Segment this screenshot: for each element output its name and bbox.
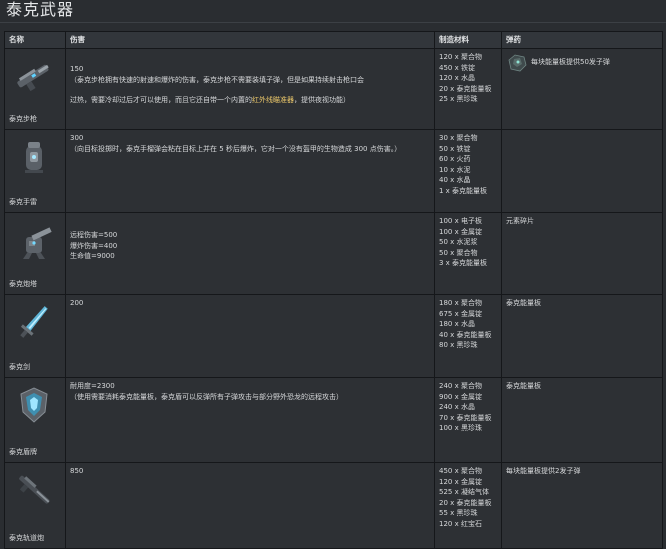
material-item: 50 x 铁锭 — [439, 144, 471, 153]
shield-icon — [13, 384, 55, 426]
material-item: 240 x 聚合物 — [439, 382, 482, 390]
damage-description: （使用需要消耗泰克能量板，泰克盾可以反弹所有子弹攻击与部分野外恐龙的远程攻击） — [70, 392, 343, 401]
damage-ranged: 远程伤害=500 — [70, 231, 118, 239]
page-title: 泰克武器 — [6, 0, 75, 19]
ammo-text: 元素碎片 — [506, 217, 534, 225]
weapon-name-cell: 泰克剑 — [4, 294, 66, 378]
material-item: 40 x 水晶 — [439, 176, 471, 184]
material-item: 240 x 水晶 — [439, 403, 475, 411]
material-item: 70 x 泰克能量板 — [439, 413, 492, 422]
ammo-text: 泰克能量板 — [506, 299, 541, 307]
table-row: 泰克炮塔 远程伤害=500 爆炸伤害=400 生命值=9000 100 x 电子… — [4, 212, 663, 295]
ammo-text: 每块能量板提供50发子弹 — [531, 58, 610, 66]
material-item: 120 x 金属锭 — [439, 477, 482, 486]
header-materials: 制造材料 — [434, 31, 502, 49]
material-item: 525 x 凝结气体 — [439, 488, 489, 496]
material-item: 120 x 红宝石 — [439, 519, 482, 528]
material-item: 20 x 泰克能量板 — [439, 84, 492, 93]
material-item: 675 x 金属锭 — [439, 309, 482, 318]
weapon-name: 泰克步枪 — [9, 114, 37, 123]
weapon-name: 泰克轨道炮 — [9, 533, 44, 542]
material-item: 450 x 铁锭 — [439, 63, 475, 72]
element-shard-icon — [506, 52, 528, 74]
material-item: 180 x 聚合物 — [439, 299, 482, 307]
weapon-name: 泰克手雷 — [9, 197, 37, 206]
material-item: 180 x 水晶 — [439, 320, 475, 328]
material-item: 30 x 聚合物 — [439, 134, 478, 142]
weapon-name-cell: 泰克炮塔 — [4, 212, 66, 295]
damage-description: （泰克步枪拥有快速的射速和爆炸的伤害，泰克步枪不需要装填子弹，但是如果持续射击枪… — [70, 75, 364, 84]
damage-value: 150 — [70, 65, 84, 73]
material-item: 60 x 火药 — [439, 155, 471, 163]
rifle-icon — [13, 55, 55, 97]
materials-cell: 240 x 聚合物 900 x 金属锭 240 x 水晶 70 x 泰克能量板 … — [434, 377, 502, 463]
weapon-name-cell: 泰克步枪 — [4, 48, 66, 130]
damage-health: 生命值=9000 — [70, 252, 115, 260]
damage-value: 300 — [70, 134, 84, 142]
header-damage: 伤害 — [65, 31, 435, 49]
damage-cell: 耐用度=2300 （使用需要消耗泰克能量板，泰克盾可以反弹所有子弹攻击与部分野外… — [65, 377, 435, 463]
material-item: 40 x 泰克能量板 — [439, 330, 492, 339]
material-item: 50 x 水泥浆 — [439, 238, 478, 246]
damage-cell: 200 — [65, 294, 435, 378]
material-item: 10 x 水泥 — [439, 165, 471, 174]
materials-cell: 120 x 聚合物 450 x 铁锭 120 x 水晶 20 x 泰克能量板 2… — [434, 48, 502, 130]
material-item: 120 x 水晶 — [439, 74, 475, 82]
ammo-cell — [501, 129, 663, 213]
material-item: 100 x 电子板 — [439, 217, 482, 225]
ammo-cell: 每块能量板提供50发子弹 — [501, 48, 663, 130]
ammo-cell: 元素碎片 — [501, 212, 663, 295]
damage-value: 200 — [70, 299, 84, 307]
damage-highlight: 红外线瞄准器 — [252, 96, 294, 104]
damage-description-end: ，提供夜视功能） — [294, 96, 350, 104]
weapon-name: 泰克炮塔 — [9, 279, 37, 288]
ammo-cell: 泰克能量板 — [501, 377, 663, 463]
materials-cell: 30 x 聚合物 50 x 铁锭 60 x 火药 10 x 水泥 40 x 水晶… — [434, 129, 502, 213]
railgun-icon — [13, 469, 55, 511]
table-row: 泰克步枪 150 （泰克步枪拥有快速的射速和爆炸的伤害，泰克步枪不需要装填子弹，… — [4, 48, 663, 130]
title-divider — [0, 22, 666, 23]
material-item: 55 x 黑珍珠 — [439, 509, 478, 517]
material-item: 450 x 聚合物 — [439, 467, 482, 475]
damage-cell: 150 （泰克步枪拥有快速的射速和爆炸的伤害，泰克步枪不需要装填子弹，但是如果持… — [65, 48, 435, 130]
header-name: 名称 — [4, 31, 66, 49]
sword-icon — [13, 301, 55, 343]
material-item: 120 x 聚合物 — [439, 53, 482, 61]
weapon-name: 泰克剑 — [9, 362, 30, 371]
material-item: 20 x 泰克能量板 — [439, 498, 492, 507]
header-ammo: 弹药 — [501, 31, 663, 49]
ammo-text: 每块能量板提供2发子弹 — [506, 467, 581, 475]
material-item: 1 x 泰克能量板 — [439, 186, 488, 195]
table-row: 泰克剑 200 180 x 聚合物 675 x 金属锭 180 x 水晶 40 … — [4, 294, 663, 378]
table-header-row: 名称 伤害 制造材料 弹药 — [4, 31, 663, 49]
damage-value: 耐用度=2300 — [70, 382, 115, 390]
damage-description-cont: 过热，需要冷却过后才可以使用，而且它还自带一个内置的 — [70, 96, 252, 104]
grenade-icon — [13, 136, 55, 178]
ammo-cell: 泰克能量板 — [501, 294, 663, 378]
weapon-name-cell: 泰克盾牌 — [4, 377, 66, 463]
weapon-name: 泰克盾牌 — [9, 447, 37, 456]
material-item: 100 x 黑珍珠 — [439, 424, 482, 432]
weapons-table: 名称 伤害 制造材料 弹药 泰克步枪 150 （泰克步枪拥有快速的射速和爆炸的伤… — [4, 31, 663, 549]
materials-cell: 180 x 聚合物 675 x 金属锭 180 x 水晶 40 x 泰克能量板 … — [434, 294, 502, 378]
damage-cell: 300 （向目标投掷时，泰克手榴弹会粘在目标上并在 5 秒后爆炸，它对一个没有盔… — [65, 129, 435, 213]
material-item: 25 x 黑珍珠 — [439, 95, 478, 103]
damage-description: （向目标投掷时，泰克手榴弹会粘在目标上并在 5 秒后爆炸，它对一个没有盔甲的生物… — [70, 144, 402, 153]
material-item: 100 x 金属锭 — [439, 227, 482, 236]
turret-icon — [13, 219, 55, 261]
material-item: 80 x 黑珍珠 — [439, 341, 478, 349]
ammo-text: 泰克能量板 — [506, 382, 541, 390]
damage-cell: 远程伤害=500 爆炸伤害=400 生命值=9000 — [65, 212, 435, 295]
weapon-name-cell: 泰克手雷 — [4, 129, 66, 213]
materials-cell: 100 x 电子板 100 x 金属锭 50 x 水泥浆 50 x 聚合物 3 … — [434, 212, 502, 295]
material-item: 3 x 泰克能量板 — [439, 259, 488, 267]
damage-explosive: 爆炸伤害=400 — [70, 241, 118, 250]
table-row: 泰克盾牌 耐用度=2300 （使用需要消耗泰克能量板，泰克盾可以反弹所有子弹攻击… — [4, 377, 663, 463]
material-item: 900 x 金属锭 — [439, 392, 482, 401]
table-row: 泰克手雷 300 （向目标投掷时，泰克手榴弹会粘在目标上并在 5 秒后爆炸，它对… — [4, 129, 663, 213]
damage-value: 850 — [70, 467, 84, 475]
material-item: 50 x 聚合物 — [439, 248, 478, 257]
